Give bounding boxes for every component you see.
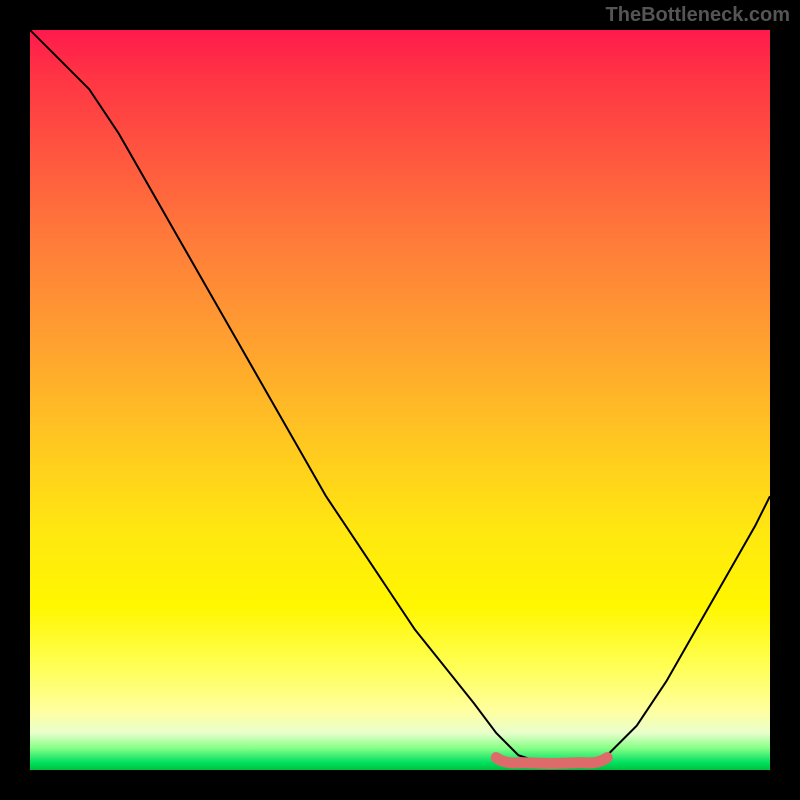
optimal-region-marker	[496, 758, 607, 764]
chart-svg	[30, 30, 770, 770]
watermark-text: TheBottleneck.com	[606, 4, 790, 27]
chart-plot-area	[30, 30, 770, 770]
bottleneck-curve-line	[30, 30, 770, 763]
